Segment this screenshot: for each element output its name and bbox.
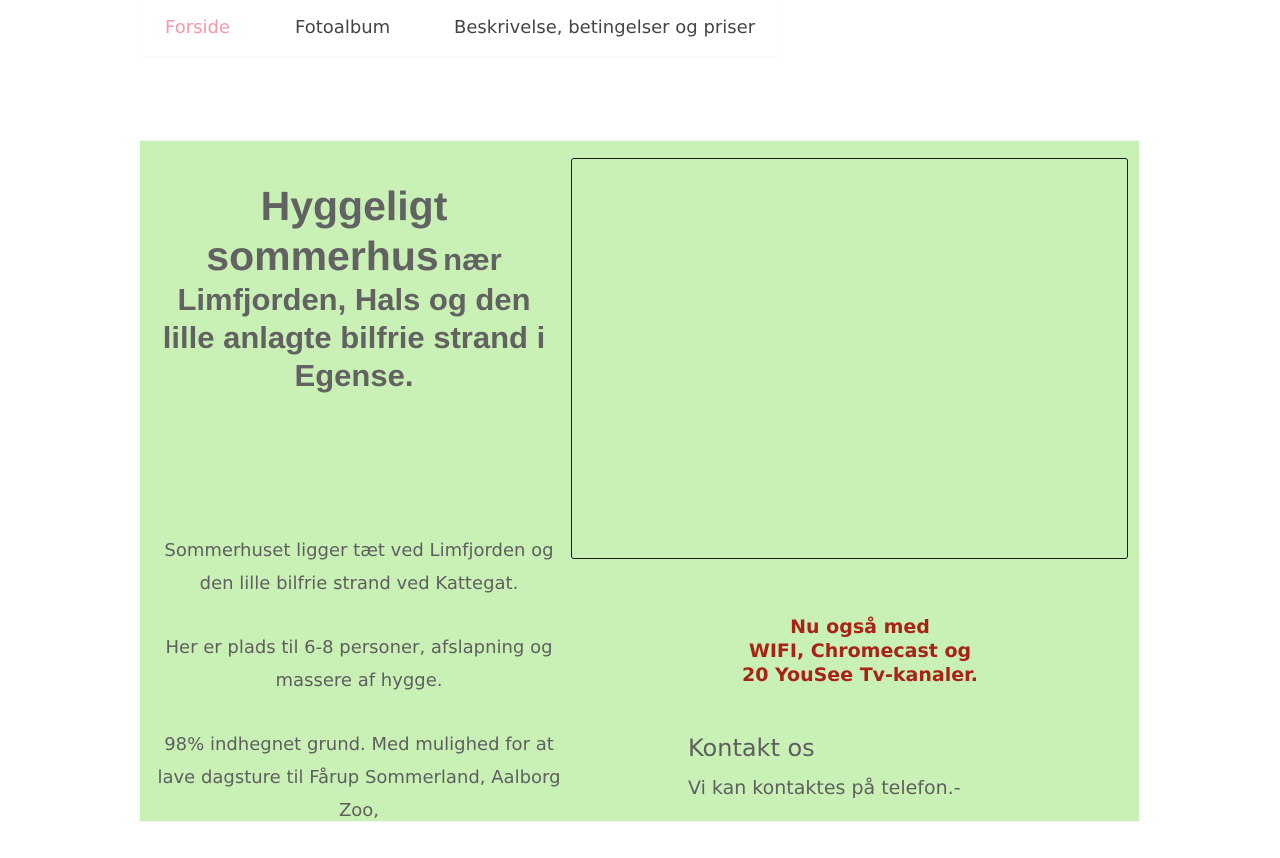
main-panel: Hyggeligt sommerhus nær Limfjorden, Hals… <box>140 141 1139 821</box>
contact-text: Vi kan kontaktes på telefon.- <box>688 777 961 799</box>
intro-paragraph-3: 98% indhegnet grund. Med mulighed for at… <box>157 734 561 821</box>
feature-line-1: Nu også med <box>790 616 930 638</box>
intro-text: Sommerhuset ligger tæt ved Limfjorden og… <box>154 534 564 858</box>
title-line-2: sommerhus nær <box>154 231 554 281</box>
title-word-naer: nær <box>443 242 502 277</box>
nav-item-fotoalbum[interactable]: Fotoalbum <box>295 17 390 38</box>
nav-item-forside[interactable]: Forside <box>165 17 230 38</box>
intro-paragraph-2: Her er plads til 6-8 personer, afslapnin… <box>165 637 553 691</box>
title-line-1: Hyggeligt <box>260 183 448 229</box>
feature-announcement: Nu også med WIFI, Chromecast og 20 YouSe… <box>700 615 1020 687</box>
contact-heading: Kontakt os <box>688 734 815 762</box>
intro-paragraph-1: Sommerhuset ligger tæt ved Limfjorden og… <box>164 540 554 594</box>
nav-item-beskrivelse[interactable]: Beskrivelse, betingelser og priser <box>454 17 755 38</box>
title-line-rest: Limfjorden, Hals og den lille anlagte bi… <box>162 282 546 393</box>
top-navigation: Forside Fotoalbum Beskrivelse, betingels… <box>140 0 778 56</box>
page-title: Hyggeligt sommerhus nær Limfjorden, Hals… <box>154 181 554 395</box>
title-word-sommerhus: sommerhus <box>206 233 439 279</box>
feature-line-2: WIFI, Chromecast og <box>748 640 972 662</box>
embedded-video-frame[interactable] <box>571 158 1128 559</box>
feature-line-3: 20 YouSee Tv-kanaler. <box>741 664 979 686</box>
